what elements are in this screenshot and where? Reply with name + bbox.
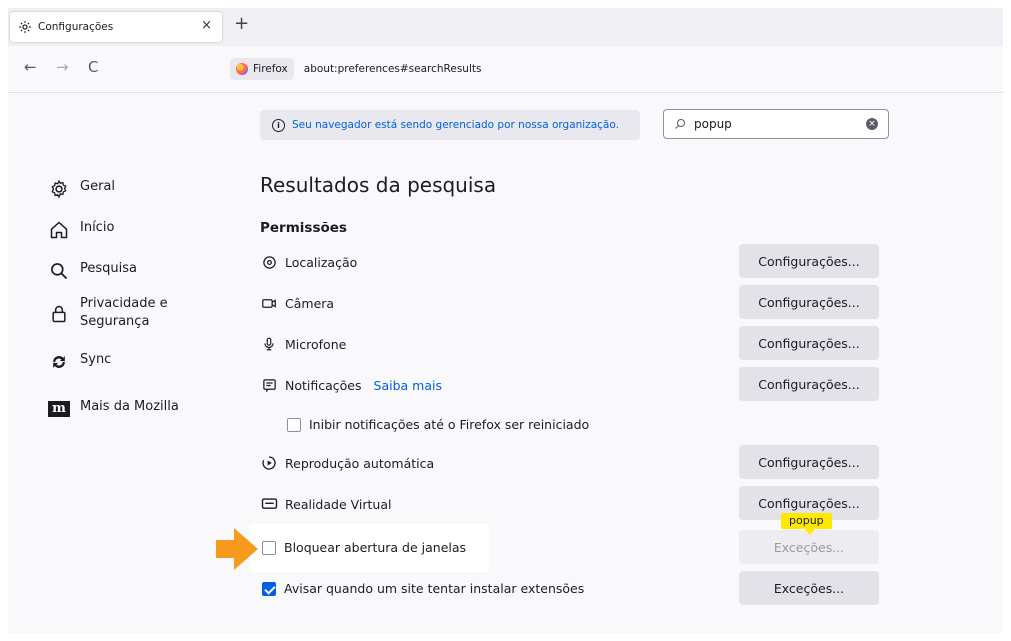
- url-bar[interactable]: Firefox about:preferences#searchResults: [230, 56, 995, 82]
- microphone-settings-button[interactable]: Configurações...: [739, 326, 879, 360]
- sidebar-item-label: Sync: [80, 352, 112, 367]
- block-popups-label[interactable]: Bloquear abertura de janelas: [284, 540, 466, 555]
- permission-label: Localização: [285, 254, 358, 270]
- info-icon: i: [272, 118, 285, 132]
- sidebar-item-label: Geral: [80, 179, 115, 194]
- permission-autoplay: Reprodução automática: [260, 454, 434, 472]
- search-icon: [48, 260, 70, 282]
- gear-icon: [48, 178, 70, 200]
- tab-settings[interactable]: Configurações ×: [10, 12, 222, 42]
- permission-location: Localização: [260, 253, 357, 271]
- browser-window: Configurações × + ← → C Firefox about:pr…: [8, 8, 1003, 633]
- permission-microphone: Microfone: [260, 335, 346, 353]
- warn-addons-row: Avisar quando um site tentar instalar ex…: [262, 581, 584, 596]
- permission-label: Realidade Virtual: [285, 496, 392, 512]
- forward-button[interactable]: →: [56, 58, 69, 76]
- sync-icon: [48, 351, 70, 373]
- sidebar-item-privacy[interactable]: Privacidade e Segurança: [48, 295, 168, 331]
- location-icon: [260, 253, 278, 271]
- sidebar-item-more-from-mozilla[interactable]: m Mais da Mozilla: [48, 398, 179, 420]
- page-title: Resultados da pesquisa: [260, 173, 497, 197]
- home-icon: [48, 219, 70, 241]
- permission-label: Câmera: [285, 295, 335, 311]
- lock-icon: [48, 303, 70, 325]
- clear-search-icon[interactable]: ×: [866, 118, 878, 130]
- search-box[interactable]: ×: [663, 109, 889, 139]
- popup-exceptions-button[interactable]: Exceções...: [739, 530, 879, 564]
- pause-notifications-checkbox[interactable]: [287, 417, 301, 432]
- search-input[interactable]: [692, 116, 856, 132]
- search-icon: [674, 118, 686, 130]
- warn-addons-checkbox[interactable]: [262, 581, 276, 596]
- tab-strip: Configurações × +: [8, 8, 1003, 47]
- navigation-bar: ← → C Firefox about:preferences#searchRe…: [8, 46, 1003, 93]
- sidebar-item-home[interactable]: Início: [48, 219, 114, 241]
- notifications-settings-button[interactable]: Configurações...: [739, 367, 879, 401]
- learn-more-link[interactable]: Saiba mais: [374, 378, 442, 393]
- new-tab-button[interactable]: +: [234, 13, 249, 34]
- location-settings-button[interactable]: Configurações...: [739, 244, 879, 278]
- vr-icon: [260, 495, 278, 513]
- section-title: Permissões: [260, 220, 347, 236]
- sidebar-item-search[interactable]: Pesquisa: [48, 260, 137, 282]
- sidebar-item-label: Pesquisa: [80, 261, 137, 276]
- warn-addons-label[interactable]: Avisar quando um site tentar instalar ex…: [284, 581, 584, 596]
- back-button[interactable]: ←: [24, 58, 37, 76]
- search-match-tooltip: popup: [781, 513, 832, 535]
- identity-label: Firefox: [253, 63, 288, 75]
- firefox-icon: [236, 63, 248, 75]
- mozilla-icon: m: [48, 398, 70, 420]
- reload-button[interactable]: C: [88, 58, 98, 76]
- url-text[interactable]: about:preferences#searchResults: [304, 63, 482, 75]
- camera-icon: [260, 294, 278, 312]
- identity-box[interactable]: Firefox: [230, 58, 294, 80]
- pause-notifications-label[interactable]: Inibir notificações até o Firefox ser re…: [309, 417, 589, 432]
- sidebar-item-label: Privacidade e Segurança: [80, 296, 168, 329]
- managed-notice-link[interactable]: Seu navegador está sendo gerenciado por …: [292, 119, 619, 131]
- permission-notifications: Notificações Saiba mais: [260, 376, 442, 394]
- microphone-icon: [260, 335, 278, 353]
- arrow-icon: [216, 528, 258, 570]
- sidebar-item-label: Mais da Mozilla: [80, 399, 179, 414]
- permission-virtual-reality: Realidade Virtual: [260, 495, 391, 513]
- gear-icon: [18, 20, 32, 34]
- managed-notice[interactable]: i Seu navegador está sendo gerenciado po…: [260, 110, 640, 140]
- sidebar-item-label: Início: [80, 220, 115, 235]
- block-popups-row: Bloquear abertura de janelas: [262, 540, 466, 555]
- permission-label: Notificações: [285, 377, 362, 393]
- permission-camera: Câmera: [260, 294, 334, 312]
- block-popups-checkbox[interactable]: [262, 540, 276, 555]
- addons-exceptions-button[interactable]: Exceções...: [739, 571, 879, 605]
- autoplay-settings-button[interactable]: Configurações...: [739, 445, 879, 479]
- close-tab-icon[interactable]: ×: [201, 18, 212, 33]
- autoplay-icon: [260, 454, 278, 472]
- camera-settings-button[interactable]: Configurações...: [739, 285, 879, 319]
- notification-icon: [260, 376, 278, 394]
- tab-title: Configurações: [38, 21, 114, 33]
- pause-notifications-row: Inibir notificações até o Firefox ser re…: [287, 417, 589, 432]
- permission-label: Reprodução automática: [285, 455, 435, 471]
- permission-label: Microfone: [285, 336, 347, 352]
- sidebar-item-general[interactable]: Geral: [48, 178, 115, 200]
- sidebar-item-sync[interactable]: Sync: [48, 351, 111, 373]
